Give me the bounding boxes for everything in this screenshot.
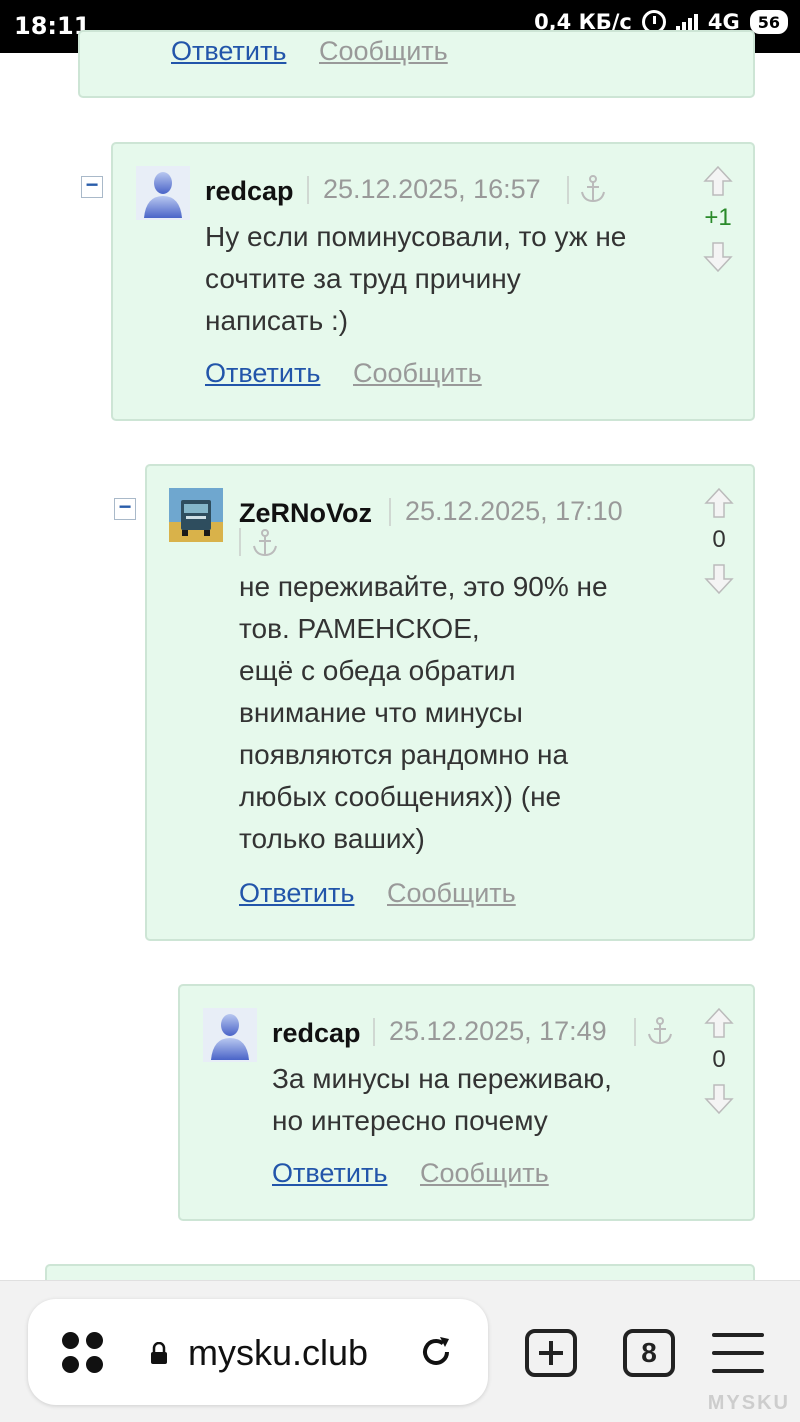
battery-icon: 56: [749, 10, 788, 34]
battery-level: 56: [757, 12, 780, 32]
vote-score: 0: [712, 1046, 726, 1073]
site-menu-icon[interactable]: [62, 1332, 106, 1376]
comment-text-line: только ваших): [239, 823, 425, 854]
reload-icon[interactable]: [418, 1334, 454, 1370]
report-link[interactable]: Сообщить: [319, 36, 448, 67]
comment-text-line: не переживайте, это 90% не: [239, 571, 608, 602]
comment-text-line: появляются рандомно на: [239, 739, 569, 770]
comment-text-line: внимание что минусы: [239, 697, 523, 728]
comment-text-line: написать :): [205, 305, 349, 336]
browser-toolbar: mysku.club 8: [0, 1280, 800, 1422]
report-link[interactable]: Сообщить: [387, 878, 516, 909]
reply-link[interactable]: Ответить: [205, 358, 320, 389]
comment-text: Ну если поминусовали, то уж не сочтите з…: [205, 216, 626, 342]
vote-up-icon[interactable]: [702, 486, 736, 520]
comment-text-line: тов. РАМЕНСКОЕ,: [239, 613, 480, 644]
comment: redcap 25.12.2025, 16:57 +1 Ну если поми…: [111, 142, 755, 421]
comment-author[interactable]: redcap: [205, 176, 294, 207]
separator: [239, 528, 241, 556]
lock-icon: [151, 1342, 167, 1364]
comment-text: За минусы на переживаю, но интересно поч…: [272, 1058, 612, 1142]
vote-down-icon[interactable]: [701, 240, 735, 274]
user-avatar[interactable]: [136, 166, 190, 220]
comment: ZeRNoVoz 25.12.2025, 17:10 0 не пережива…: [145, 464, 755, 941]
comment-author[interactable]: ZeRNoVoz: [239, 498, 372, 529]
comment-date: 25.12.2025, 17:10: [405, 496, 623, 526]
separator: [567, 176, 569, 204]
comment-date: 25.12.2025, 17:49: [389, 1016, 607, 1046]
separator: [634, 1018, 636, 1046]
user-avatar[interactable]: [169, 488, 223, 542]
comment-text-line: сочтите за труд причину: [205, 263, 521, 294]
vote-score: 0: [712, 526, 726, 553]
comment: redcap 25.12.2025, 17:49 0 За минусы на …: [178, 984, 755, 1221]
anchor-icon[interactable]: [579, 174, 607, 204]
reply-link[interactable]: Ответить: [239, 878, 354, 909]
comment-partial-top: Ответить Сообщить: [78, 30, 755, 98]
comment-text-line: любых сообщениях)) (не: [239, 781, 562, 812]
tabs-button[interactable]: 8: [623, 1329, 675, 1377]
separator: [373, 1018, 375, 1046]
comment-date: 25.12.2025, 16:57: [323, 174, 541, 204]
comment-text-line: За минусы на переживаю,: [272, 1063, 612, 1094]
user-avatar[interactable]: [203, 1008, 257, 1062]
anchor-icon[interactable]: [646, 1016, 674, 1046]
menu-icon[interactable]: [712, 1333, 764, 1375]
report-link[interactable]: Сообщить: [420, 1158, 549, 1189]
comment-text-line: Ну если поминусовали, то уж не: [205, 221, 627, 252]
collapse-button[interactable]: −: [114, 496, 136, 520]
comment-author[interactable]: redcap: [272, 1018, 361, 1049]
report-link[interactable]: Сообщить: [353, 358, 482, 389]
comment-text: не переживайте, это 90% не тов. РАМЕНСКО…: [239, 566, 608, 860]
new-tab-icon[interactable]: [525, 1329, 577, 1377]
vote-down-icon[interactable]: [702, 562, 736, 596]
reply-link[interactable]: Ответить: [272, 1158, 387, 1189]
watermark-logo: MYSKU: [707, 1392, 790, 1414]
separator: [389, 498, 391, 526]
address-bar[interactable]: mysku.club: [28, 1299, 488, 1405]
vote-down-icon[interactable]: [702, 1082, 736, 1116]
separator: [307, 176, 309, 204]
vote-score: +1: [704, 204, 732, 231]
comment-text-line: но интересно почему: [272, 1105, 548, 1136]
anchor-icon[interactable]: [251, 528, 279, 558]
signal-icon: [675, 12, 698, 32]
reply-link[interactable]: Ответить: [171, 36, 286, 67]
vote-up-icon[interactable]: [702, 1006, 736, 1040]
url-text[interactable]: mysku.club: [188, 1332, 368, 1374]
collapse-button[interactable]: −: [81, 174, 103, 198]
vote-up-icon[interactable]: [701, 164, 735, 198]
comment-text-line: ещё с обеда обратил: [239, 655, 516, 686]
